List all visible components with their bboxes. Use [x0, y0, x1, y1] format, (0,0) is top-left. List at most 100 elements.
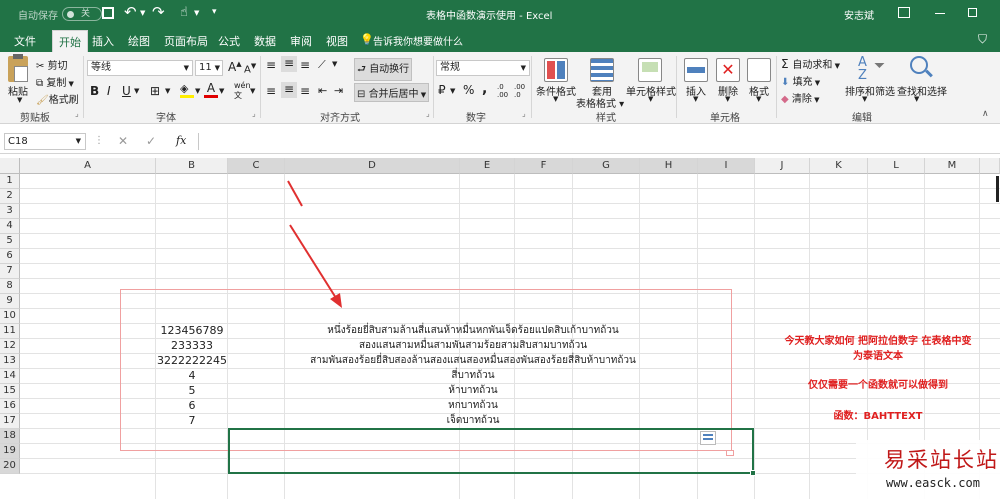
font-launcher-icon[interactable]: ⌟ [252, 109, 256, 118]
underline-button[interactable]: U [122, 84, 131, 98]
autosave-toggle[interactable]: 关 [62, 7, 102, 21]
paste-dropdown-icon[interactable]: ▼ [17, 96, 22, 104]
accounting-dropdown-icon[interactable]: ▼ [450, 87, 455, 95]
cancel-entry-icon[interactable]: ✕ [118, 134, 128, 148]
format-cells-icon[interactable] [747, 58, 771, 82]
save-icon[interactable] [102, 7, 114, 19]
phonetic-dropdown-icon[interactable]: ▼ [250, 87, 255, 95]
collapse-ribbon-icon[interactable]: ∧ [982, 109, 989, 119]
redo-icon[interactable]: ↷ [152, 3, 165, 21]
conditional-dropdown-icon[interactable]: ▼ [553, 95, 558, 103]
formula-input[interactable] [198, 133, 998, 150]
phonetic-button[interactable]: wén 文 [234, 81, 251, 101]
clipboard-launcher-icon[interactable]: ⌟ [75, 109, 79, 118]
font-size-select[interactable]: 11 ▼ [195, 60, 223, 76]
fill-color-dropdown-icon[interactable]: ▼ [195, 87, 200, 95]
number-launcher-icon[interactable]: ⌟ [522, 109, 526, 118]
orientation-icon[interactable]: ⟋ [318, 58, 326, 72]
alignment-launcher-icon[interactable]: ⌟ [426, 109, 430, 118]
tab-insert[interactable]: 插入 [92, 33, 114, 49]
decrease-decimal-button[interactable]: .00 .0 [514, 83, 530, 99]
tab-formulas[interactable]: 公式 [218, 33, 240, 49]
number-format-select[interactable]: 常规 ▼ [436, 60, 530, 76]
cell-styles-icon[interactable] [638, 58, 662, 82]
tell-me-box[interactable]: 告诉我你想要做什么 [373, 33, 463, 48]
fill-color-icon[interactable]: ◈ [180, 82, 194, 98]
name-box[interactable]: C18 ▼ [4, 133, 86, 150]
restore-icon[interactable] [968, 8, 977, 17]
center-icon[interactable]: ≡ [281, 82, 297, 98]
conditional-formatting-icon[interactable] [544, 58, 568, 82]
worksheet-grid[interactable]: ABCDEFGHIJKLM 1 2 3 4 5 6 7 8 9 10 11 12 13 14 15 16 17 1… [0, 158, 1000, 499]
group-label-clipboard: 剪贴板 [20, 113, 50, 124]
tab-data[interactable]: 数据 [254, 33, 276, 49]
italic-button[interactable]: I [107, 84, 111, 98]
tab-review[interactable]: 审阅 [290, 33, 312, 49]
cell-selection[interactable] [228, 428, 754, 474]
increase-decimal-button[interactable]: .0 .00 [497, 83, 513, 99]
font-color-dropdown-icon[interactable]: ▼ [219, 87, 224, 95]
cut-button[interactable]: ✂ 剪切 [36, 57, 68, 72]
format-as-table-icon[interactable] [590, 58, 614, 82]
find-select-icon[interactable] [910, 56, 933, 78]
touch-mode-icon[interactable]: ☝ [180, 5, 188, 20]
cell-styles-dropdown-icon[interactable]: ▼ [648, 95, 653, 103]
undo-icon[interactable]: ↶ [124, 3, 137, 21]
increase-indent-icon[interactable]: ⇥ [334, 84, 343, 97]
font-name-select[interactable]: 等线 ▼ [87, 60, 193, 76]
accounting-format-icon[interactable]: ₽ [438, 83, 446, 97]
tab-home[interactable]: 开始 [52, 30, 88, 52]
undo-dropdown-icon[interactable]: ▼ [140, 9, 145, 17]
grow-font-button[interactable]: A▲ [228, 60, 242, 74]
top-align-icon[interactable]: ≡ [266, 58, 276, 72]
sort-filter-icon[interactable]: AZ [858, 56, 867, 82]
insert-function-button[interactable]: fx [176, 134, 186, 147]
customize-qat-icon[interactable]: ▾ [212, 7, 217, 17]
format-cells-dropdown-icon[interactable]: ▼ [756, 95, 761, 103]
sort-filter-dropdown-icon[interactable]: ▼ [862, 95, 867, 103]
comma-button[interactable]: , [482, 81, 487, 97]
borders-dropdown-icon[interactable]: ▼ [165, 87, 170, 95]
tab-page-layout[interactable]: 页面布局 [164, 33, 208, 49]
touch-dropdown-icon[interactable]: ▼ [194, 9, 199, 17]
tab-view[interactable]: 视图 [326, 33, 348, 49]
paste-icon[interactable] [8, 54, 28, 82]
find-select-button[interactable]: 查找和选择 [897, 83, 947, 98]
user-name[interactable]: 安志斌 [844, 7, 874, 22]
delete-cells-icon[interactable]: ✕ [716, 58, 740, 82]
format-painter-label: 格式刷 [48, 95, 79, 106]
wrap-text-button[interactable]: ⮐ 自动换行 [354, 58, 413, 81]
title-bar: 自动保存 关 ↶ ▼ ↷ ☝ ▼ ▾ 表格中函数演示使用 - Excel 安志斌 [0, 0, 1000, 28]
insert-cells-icon[interactable] [684, 58, 708, 82]
quick-analysis-icon[interactable] [700, 431, 716, 445]
merge-center-button[interactable]: ⊟ 合并后居中 ▼ [354, 83, 430, 102]
tab-file[interactable]: 文件 [14, 33, 36, 49]
clear-button[interactable]: ◆ 清除 ▼ [781, 90, 819, 105]
align-right-icon[interactable]: ≡ [300, 84, 310, 98]
underline-dropdown-icon[interactable]: ▼ [134, 87, 139, 95]
borders-icon[interactable]: ⊞ [150, 84, 160, 98]
font-color-icon[interactable]: A [204, 81, 218, 98]
confirm-entry-icon[interactable]: ✓ [146, 134, 156, 148]
bold-button[interactable]: B [90, 84, 99, 98]
bottom-align-icon[interactable]: ≡ [300, 58, 310, 72]
share-icon[interactable]: ⛉ [978, 32, 987, 47]
sort-filter-button[interactable]: 排序和筛选 [845, 83, 895, 98]
minimize-icon[interactable] [935, 13, 945, 14]
insert-cells-dropdown-icon[interactable]: ▼ [693, 95, 698, 103]
autosum-button[interactable]: Σ 自动求和 ▼ [781, 56, 840, 71]
ribbon-display-icon[interactable] [898, 7, 910, 18]
shrink-font-button[interactable]: A▼ [244, 62, 256, 75]
fill-handle[interactable] [750, 470, 756, 476]
orientation-dropdown-icon[interactable]: ▼ [332, 60, 337, 68]
middle-align-icon[interactable]: ≡ [281, 56, 297, 72]
format-painter-button[interactable]: 🖌格式刷 [36, 91, 79, 106]
decrease-indent-icon[interactable]: ⇤ [318, 84, 327, 97]
find-select-dropdown-icon[interactable]: ▼ [914, 95, 919, 103]
percent-button[interactable]: % [463, 83, 474, 97]
fill-button[interactable]: ⬇ 填充 ▼ [781, 73, 820, 88]
tab-draw[interactable]: 绘图 [128, 33, 150, 49]
align-left-icon[interactable]: ≡ [266, 84, 276, 98]
copy-button[interactable]: ⧉ 复制 ▼ [36, 74, 74, 89]
delete-cells-dropdown-icon[interactable]: ▼ [725, 95, 730, 103]
